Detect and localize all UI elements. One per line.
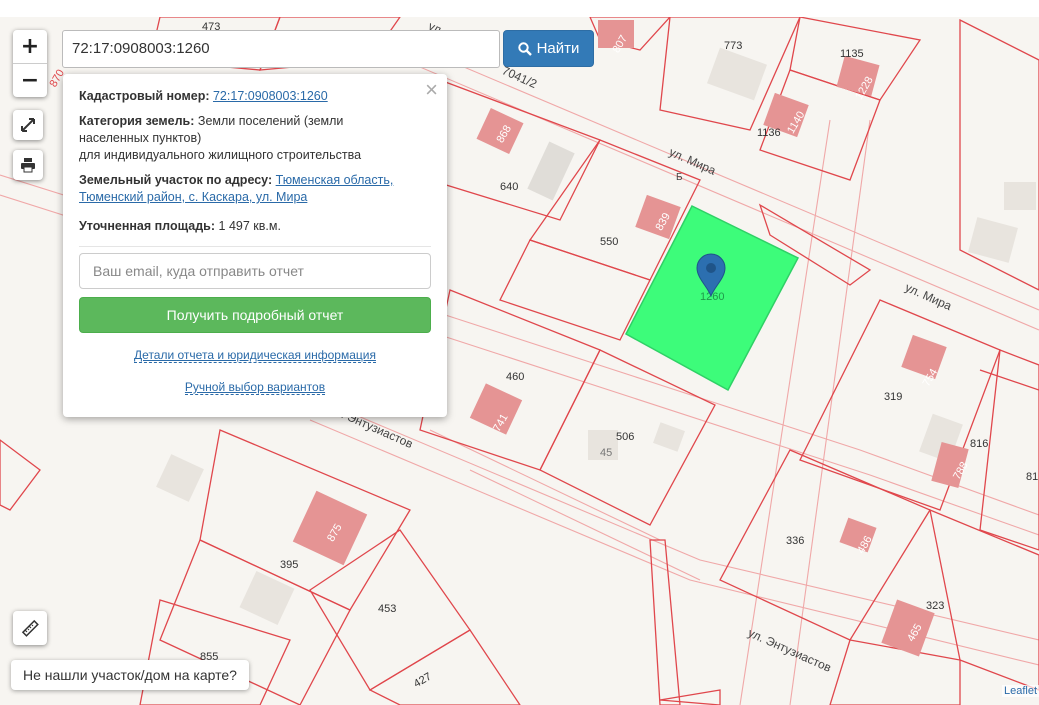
parcel-label: 1135 <box>840 48 864 60</box>
cadastral-number-label: Кадастровый номер: <box>79 89 210 103</box>
parcel-label: 81 <box>1026 471 1038 483</box>
fullscreen-button[interactable] <box>13 110 43 140</box>
street-label: 7041/2 <box>500 63 540 91</box>
parcel-label: 460 <box>506 371 524 383</box>
parcel-label: 1136 <box>757 127 781 139</box>
parcel-label: 319 <box>884 391 902 403</box>
address-link-2[interactable]: Тюменский район, с. Каскара, ул. Мира <box>79 190 307 204</box>
street-label: ул. Энтузиастов <box>746 626 834 675</box>
land-category-value-1: Земли поселений (земли <box>197 114 344 128</box>
print-button[interactable] <box>13 150 43 180</box>
zoom-out-button[interactable]: − <box>13 63 47 97</box>
ruler-icon <box>21 619 39 637</box>
printer-icon <box>21 158 35 173</box>
divider <box>79 246 431 247</box>
close-icon[interactable]: × <box>425 79 438 101</box>
area-label: Уточненная площадь: <box>79 219 216 233</box>
address-row: Земельный участок по адресу: Тюменская о… <box>79 172 431 206</box>
land-category-value-2: населенных пунктов) <box>79 131 202 145</box>
cadastral-number-row: Кадастровый номер: 72:17:0908003:1260 <box>79 88 431 105</box>
street-label: ул. Мира <box>667 145 718 178</box>
cadastral-search-input[interactable]: 72:17:0908003:1260 <box>62 30 500 68</box>
search-icon <box>517 41 532 56</box>
land-category-row: Категория земель: Земли поселений (земли… <box>79 113 431 164</box>
area-row: Уточненная площадь: 1 497 кв.м. <box>79 218 431 235</box>
fullscreen-icon <box>21 118 35 132</box>
street-label: Б <box>676 172 683 183</box>
manual-selection-link-text: Ручной выбор вариантов <box>184 380 326 395</box>
search-button-label: Найти <box>536 40 580 57</box>
parcel-label: 816 <box>970 438 988 450</box>
parcel-label: 640 <box>500 181 518 193</box>
address-label: Земельный участок по адресу: <box>79 173 273 187</box>
parcel-label: 506 <box>616 431 634 443</box>
land-category-value-3: для индивидуального жилищного строительс… <box>79 148 362 162</box>
zoom-in-button[interactable]: + <box>13 30 47 63</box>
parcel-label: 323 <box>926 600 944 612</box>
ruler-button[interactable] <box>13 611 47 645</box>
street-label: ул. Мира <box>903 280 954 313</box>
zoom-control: + − <box>13 30 47 97</box>
parcel-label: 45 <box>600 447 612 459</box>
get-report-button[interactable]: Получить подробный отчет <box>79 297 431 333</box>
cadastral-number-link[interactable]: 72:17:0908003:1260 <box>213 89 328 103</box>
parcel-info-popup: × Кадастровый номер: 72:17:0908003:1260 … <box>63 74 447 417</box>
email-input[interactable]: Ваш email, куда отправить отчет <box>79 253 431 289</box>
parcel-label: 427 <box>412 671 434 691</box>
parcel-label: 395 <box>280 559 298 571</box>
not-found-button[interactable]: Не нашли участок/дом на карте? <box>11 660 249 690</box>
parcel-label: 550 <box>600 236 618 248</box>
parcel-label: 336 <box>786 535 804 547</box>
land-category-label: Категория земель: <box>79 114 195 128</box>
address-link-1[interactable]: Тюменская область, <box>276 173 394 187</box>
leaflet-attribution-link[interactable]: Leaflet <box>1001 685 1039 697</box>
search-button[interactable]: Найти <box>503 30 594 67</box>
manual-selection-link[interactable]: Ручной выбор вариантов <box>79 379 431 396</box>
report-details-link[interactable]: Детали отчета и юридическая информация <box>79 347 431 364</box>
parcel-label: 453 <box>378 603 396 615</box>
area-value: 1 497 кв.м. <box>218 219 281 233</box>
parcel-label: 773 <box>724 40 742 52</box>
report-details-link-text: Детали отчета и юридическая информация <box>134 348 376 363</box>
